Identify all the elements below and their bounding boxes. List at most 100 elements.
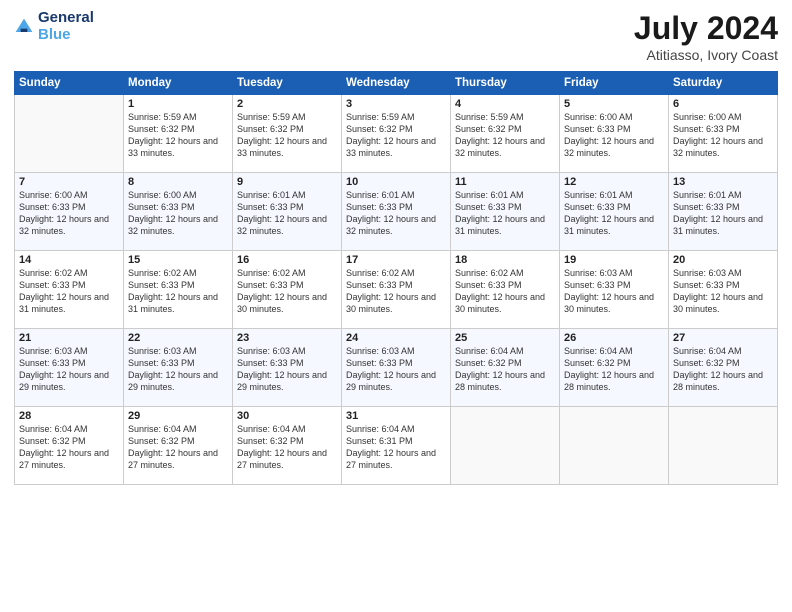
week-row-3: 14Sunrise: 6:02 AMSunset: 6:33 PMDayligh… (15, 251, 778, 329)
cell-0-2: 2Sunrise: 5:59 AMSunset: 6:32 PMDaylight… (233, 95, 342, 173)
day-number: 28 (19, 410, 119, 422)
cell-4-2: 30Sunrise: 6:04 AMSunset: 6:32 PMDayligh… (233, 407, 342, 485)
day-number: 15 (128, 254, 228, 266)
sunrise-text: Sunrise: 6:02 AM (455, 267, 555, 279)
cell-1-1: 8Sunrise: 6:00 AMSunset: 6:33 PMDaylight… (124, 173, 233, 251)
daylight-text: Daylight: 12 hours and 33 minutes. (346, 135, 446, 159)
day-detail: Sunrise: 6:04 AMSunset: 6:32 PMDaylight:… (564, 345, 664, 394)
cell-4-1: 29Sunrise: 6:04 AMSunset: 6:32 PMDayligh… (124, 407, 233, 485)
daylight-text: Daylight: 12 hours and 32 minutes. (19, 213, 119, 237)
cell-0-5: 5Sunrise: 6:00 AMSunset: 6:33 PMDaylight… (560, 95, 669, 173)
sunrise-text: Sunrise: 6:03 AM (673, 267, 773, 279)
cell-0-4: 4Sunrise: 5:59 AMSunset: 6:32 PMDaylight… (451, 95, 560, 173)
logo: General Blue (14, 10, 94, 43)
sunset-text: Sunset: 6:33 PM (237, 357, 337, 369)
day-detail: Sunrise: 6:02 AMSunset: 6:33 PMDaylight:… (128, 267, 228, 316)
day-detail: Sunrise: 6:04 AMSunset: 6:32 PMDaylight:… (237, 423, 337, 472)
day-number: 13 (673, 176, 773, 188)
day-number: 22 (128, 332, 228, 344)
daylight-text: Daylight: 12 hours and 31 minutes. (19, 291, 119, 315)
day-detail: Sunrise: 6:03 AMSunset: 6:33 PMDaylight:… (564, 267, 664, 316)
daylight-text: Daylight: 12 hours and 29 minutes. (19, 369, 119, 393)
day-number: 16 (237, 254, 337, 266)
sunrise-text: Sunrise: 6:01 AM (237, 189, 337, 201)
day-detail: Sunrise: 6:01 AMSunset: 6:33 PMDaylight:… (673, 189, 773, 238)
week-row-5: 28Sunrise: 6:04 AMSunset: 6:32 PMDayligh… (15, 407, 778, 485)
cell-1-0: 7Sunrise: 6:00 AMSunset: 6:33 PMDaylight… (15, 173, 124, 251)
daylight-text: Daylight: 12 hours and 31 minutes. (455, 213, 555, 237)
sunset-text: Sunset: 6:33 PM (128, 357, 228, 369)
header: General Blue July 2024 Atitiasso, Ivory … (14, 10, 778, 63)
sunset-text: Sunset: 6:33 PM (673, 201, 773, 213)
col-monday: Monday (124, 72, 233, 95)
sunset-text: Sunset: 6:33 PM (346, 279, 446, 291)
day-number: 7 (19, 176, 119, 188)
cell-4-3: 31Sunrise: 6:04 AMSunset: 6:31 PMDayligh… (342, 407, 451, 485)
day-detail: Sunrise: 5:59 AMSunset: 6:32 PMDaylight:… (128, 111, 228, 160)
day-detail: Sunrise: 6:03 AMSunset: 6:33 PMDaylight:… (673, 267, 773, 316)
sunrise-text: Sunrise: 5:59 AM (237, 111, 337, 123)
day-number: 1 (128, 98, 228, 110)
sunrise-text: Sunrise: 6:04 AM (673, 345, 773, 357)
sunset-text: Sunset: 6:32 PM (455, 123, 555, 135)
week-row-1: 1Sunrise: 5:59 AMSunset: 6:32 PMDaylight… (15, 95, 778, 173)
sunset-text: Sunset: 6:33 PM (346, 357, 446, 369)
day-detail: Sunrise: 6:01 AMSunset: 6:33 PMDaylight:… (455, 189, 555, 238)
sunset-text: Sunset: 6:31 PM (346, 435, 446, 447)
sunset-text: Sunset: 6:33 PM (128, 279, 228, 291)
month-year-title: July 2024 (634, 10, 778, 47)
day-number: 25 (455, 332, 555, 344)
day-number: 17 (346, 254, 446, 266)
day-number: 21 (19, 332, 119, 344)
sunrise-text: Sunrise: 6:04 AM (19, 423, 119, 435)
sunrise-text: Sunrise: 6:04 AM (237, 423, 337, 435)
daylight-text: Daylight: 12 hours and 28 minutes. (564, 369, 664, 393)
sunrise-text: Sunrise: 6:00 AM (564, 111, 664, 123)
cell-1-5: 12Sunrise: 6:01 AMSunset: 6:33 PMDayligh… (560, 173, 669, 251)
daylight-text: Daylight: 12 hours and 28 minutes. (673, 369, 773, 393)
day-number: 6 (673, 98, 773, 110)
cell-3-5: 26Sunrise: 6:04 AMSunset: 6:32 PMDayligh… (560, 329, 669, 407)
col-tuesday: Tuesday (233, 72, 342, 95)
sunrise-text: Sunrise: 6:02 AM (237, 267, 337, 279)
daylight-text: Daylight: 12 hours and 29 minutes. (346, 369, 446, 393)
day-detail: Sunrise: 6:03 AMSunset: 6:33 PMDaylight:… (237, 345, 337, 394)
daylight-text: Daylight: 12 hours and 30 minutes. (455, 291, 555, 315)
cell-2-5: 19Sunrise: 6:03 AMSunset: 6:33 PMDayligh… (560, 251, 669, 329)
sunrise-text: Sunrise: 6:02 AM (128, 267, 228, 279)
day-number: 2 (237, 98, 337, 110)
sunrise-text: Sunrise: 6:04 AM (455, 345, 555, 357)
cell-2-3: 17Sunrise: 6:02 AMSunset: 6:33 PMDayligh… (342, 251, 451, 329)
daylight-text: Daylight: 12 hours and 27 minutes. (346, 447, 446, 471)
sunrise-text: Sunrise: 6:00 AM (673, 111, 773, 123)
cell-2-0: 14Sunrise: 6:02 AMSunset: 6:33 PMDayligh… (15, 251, 124, 329)
daylight-text: Daylight: 12 hours and 32 minutes. (564, 135, 664, 159)
sunset-text: Sunset: 6:33 PM (19, 357, 119, 369)
sunset-text: Sunset: 6:32 PM (237, 123, 337, 135)
daylight-text: Daylight: 12 hours and 32 minutes. (237, 213, 337, 237)
sunrise-text: Sunrise: 6:03 AM (564, 267, 664, 279)
cell-1-6: 13Sunrise: 6:01 AMSunset: 6:33 PMDayligh… (669, 173, 778, 251)
day-detail: Sunrise: 6:01 AMSunset: 6:33 PMDaylight:… (346, 189, 446, 238)
logo-text: General Blue (38, 10, 94, 43)
daylight-text: Daylight: 12 hours and 27 minutes. (19, 447, 119, 471)
sunrise-text: Sunrise: 6:01 AM (455, 189, 555, 201)
daylight-text: Daylight: 12 hours and 28 minutes. (455, 369, 555, 393)
daylight-text: Daylight: 12 hours and 32 minutes. (455, 135, 555, 159)
cell-3-0: 21Sunrise: 6:03 AMSunset: 6:33 PMDayligh… (15, 329, 124, 407)
day-number: 9 (237, 176, 337, 188)
sunset-text: Sunset: 6:32 PM (564, 357, 664, 369)
sunset-text: Sunset: 6:33 PM (564, 279, 664, 291)
cell-3-1: 22Sunrise: 6:03 AMSunset: 6:33 PMDayligh… (124, 329, 233, 407)
sunset-text: Sunset: 6:33 PM (237, 279, 337, 291)
daylight-text: Daylight: 12 hours and 29 minutes. (128, 369, 228, 393)
cell-2-4: 18Sunrise: 6:02 AMSunset: 6:33 PMDayligh… (451, 251, 560, 329)
daylight-text: Daylight: 12 hours and 32 minutes. (128, 213, 228, 237)
day-detail: Sunrise: 6:02 AMSunset: 6:33 PMDaylight:… (346, 267, 446, 316)
col-thursday: Thursday (451, 72, 560, 95)
day-detail: Sunrise: 6:04 AMSunset: 6:32 PMDaylight:… (128, 423, 228, 472)
daylight-text: Daylight: 12 hours and 30 minutes. (346, 291, 446, 315)
sunset-text: Sunset: 6:32 PM (19, 435, 119, 447)
col-wednesday: Wednesday (342, 72, 451, 95)
day-number: 11 (455, 176, 555, 188)
